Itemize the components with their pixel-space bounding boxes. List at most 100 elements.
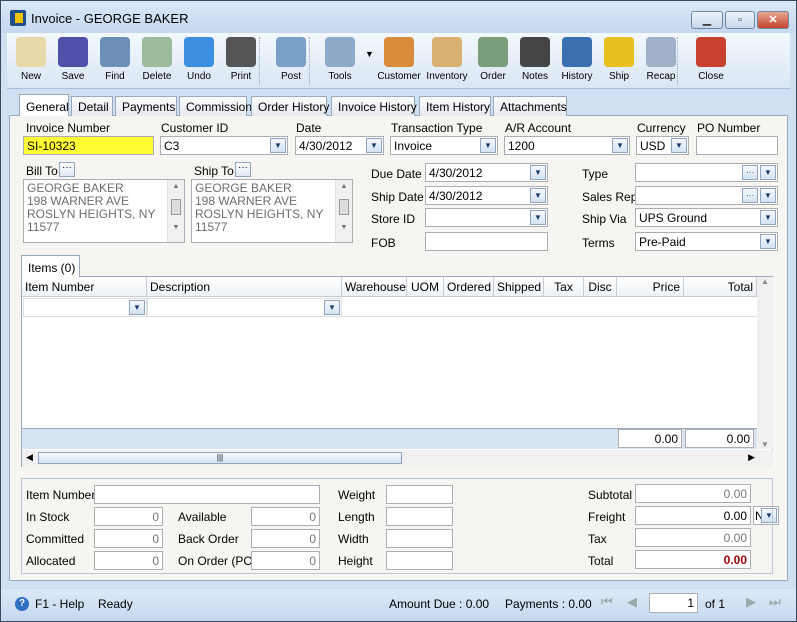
ship-button[interactable]: Ship — [597, 35, 641, 89]
fob-label: FOB — [371, 236, 396, 250]
undo-arrow-icon — [184, 37, 214, 67]
new-row-cells[interactable] — [342, 298, 757, 317]
column-header-description[interactable]: Description — [147, 277, 342, 297]
sales-rep-select[interactable]: ▼ ··· — [635, 186, 778, 205]
tab-detail[interactable]: Detail — [71, 96, 113, 116]
undo-button[interactable]: Undo — [177, 35, 221, 89]
minimize-button[interactable]: ▁ — [691, 11, 723, 29]
close-window-button[interactable]: ✕ — [757, 11, 789, 29]
customer-button[interactable]: Customer — [377, 35, 421, 89]
notepad-pen-icon — [520, 37, 550, 67]
column-header-shipped[interactable]: Shipped — [494, 277, 544, 297]
due-date-input[interactable]: 4/30/2012 ▼ — [425, 163, 548, 182]
terms-select-value: Pre-Paid — [639, 235, 686, 249]
chevron-down-icon[interactable]: ▼ — [760, 234, 776, 249]
chevron-down-icon[interactable]: ▼ — [760, 188, 776, 203]
chevron-down-icon[interactable]: ▼ — [671, 138, 687, 153]
column-header-price[interactable]: Price — [617, 277, 684, 297]
column-header-uom[interactable]: UOM — [407, 277, 444, 297]
chevron-down-icon[interactable]: ▼ — [612, 138, 628, 153]
fob-input[interactable] — [425, 232, 548, 251]
invoice-number-input[interactable]: SI-10323 — [23, 136, 154, 155]
chevron-down-icon[interactable]: ▼ — [760, 210, 776, 225]
currency-select[interactable]: USD ▼ — [636, 136, 689, 155]
prev-record-icon[interactable]: ◀ — [627, 594, 637, 610]
next-record-icon[interactable]: ▶ — [746, 594, 756, 610]
ellipsis-button[interactable]: ··· — [742, 165, 758, 180]
tools-button[interactable]: Tools — [318, 35, 362, 89]
help-link[interactable]: F1 - Help — [35, 597, 84, 611]
date-picker[interactable]: 4/30/2012 ▼ — [295, 136, 384, 155]
ship-date-input[interactable]: 4/30/2012 ▼ — [425, 186, 548, 205]
person-hourglass-icon — [562, 37, 592, 67]
column-header-disc[interactable]: Disc — [584, 277, 617, 297]
close-button[interactable]: Close — [689, 35, 733, 89]
po-number-input[interactable] — [696, 136, 778, 155]
inventory-button[interactable]: Inventory — [425, 35, 469, 89]
customer-id-combo[interactable]: C3 ▼ — [160, 136, 288, 155]
new-row-item-number[interactable]: ▼ — [23, 298, 147, 317]
column-header-total[interactable]: Total — [684, 277, 757, 297]
column-header-warehouse[interactable]: Warehouse — [342, 277, 407, 297]
chevron-down-icon[interactable]: ▼ — [324, 300, 340, 315]
history-button[interactable]: History — [555, 35, 599, 89]
find-button[interactable]: Find — [93, 35, 137, 89]
column-header-item-number[interactable]: Item Number — [22, 277, 147, 297]
order-button[interactable]: Order — [471, 35, 515, 89]
toolbar-label: Recap — [646, 71, 676, 82]
chevron-down-icon[interactable]: ▼ — [530, 165, 546, 180]
tab-order-history[interactable]: Order History — [251, 96, 329, 116]
ellipsis-button[interactable]: ··· — [742, 188, 758, 203]
customer-person-icon — [384, 37, 414, 67]
notes-button[interactable]: Notes — [513, 35, 557, 89]
post-button[interactable]: Post — [269, 35, 313, 89]
print-button[interactable]: Print — [219, 35, 263, 89]
ship-via-select[interactable]: UPS Ground ▼ — [635, 208, 778, 227]
page-input[interactable]: 1 — [649, 593, 698, 613]
chevron-down-icon[interactable]: ▼ — [270, 138, 286, 153]
column-header-ordered[interactable]: Ordered — [444, 277, 494, 297]
toolbar-label: Ship — [608, 71, 629, 82]
grid-vertical-scrollbar[interactable]: ▲ ▼ — [757, 277, 773, 449]
tab-attachments[interactable]: Attachments — [493, 96, 567, 116]
chevron-down-icon[interactable]: ▼ — [366, 138, 382, 153]
last-record-icon[interactable]: ⏭ — [769, 594, 781, 610]
tab-items[interactable]: Items (0) — [21, 255, 80, 277]
first-record-icon[interactable]: ⏮ — [601, 594, 613, 610]
tab-commission[interactable]: Commission — [179, 96, 252, 116]
ship-to-address[interactable]: GEORGE BAKER 198 WARNER AVE ROSLYN HEIGHTS… — [191, 179, 353, 243]
tools-dropdown-arrow-icon[interactable]: ▼ — [365, 49, 374, 59]
tab-invoice-history[interactable]: Invoice History — [331, 96, 417, 116]
delete-button[interactable]: Delete — [135, 35, 179, 89]
toolbar-separator — [677, 37, 678, 85]
floppy-disk-icon — [58, 37, 88, 67]
chevron-down-icon[interactable]: ▼ — [129, 300, 145, 315]
bill-to-address[interactable]: GEORGE BAKER 198 WARNER AVE ROSLYN HEIGHTS… — [23, 179, 185, 243]
bill-to-lookup-button[interactable]: ··· — [59, 162, 75, 177]
invoice-number-label: Invoice Number — [26, 121, 111, 135]
grid-horizontal-scrollbar[interactable]: ◀ ||| ▶ — [22, 450, 773, 467]
recap-documents-icon — [646, 37, 676, 67]
maximize-button[interactable]: ▫ — [725, 11, 755, 29]
address-scrollbar[interactable]: ▲ ▼ — [167, 180, 184, 242]
terms-select[interactable]: Pre-Paid ▼ — [635, 232, 778, 251]
ship-to-lookup-button[interactable]: ··· — [235, 162, 251, 177]
address-scrollbar[interactable]: ▲ ▼ — [335, 180, 352, 242]
chevron-down-icon[interactable]: ▼ — [530, 188, 546, 203]
type-select[interactable]: ▼ ··· — [635, 163, 778, 182]
tab-payments[interactable]: Payments — [115, 96, 177, 116]
chevron-down-icon[interactable]: ▼ — [760, 165, 776, 180]
chevron-down-icon[interactable]: ▼ — [480, 138, 496, 153]
tab-general[interactable]: General — [19, 94, 69, 116]
ar-account-combo[interactable]: 1200 ▼ — [504, 136, 630, 155]
save-button[interactable]: Save — [51, 35, 95, 89]
tab-item-history[interactable]: Item History — [419, 96, 491, 116]
chevron-down-icon[interactable]: ▼ — [530, 210, 546, 225]
store-id-input[interactable]: ▼ — [425, 208, 548, 227]
column-header-tax[interactable]: Tax — [544, 277, 584, 297]
transaction-type-select[interactable]: Invoice ▼ — [390, 136, 498, 155]
new-button[interactable]: New — [9, 35, 53, 89]
status-bar: ? F1 - Help Ready Amount Due : 0.00 Paym… — [1, 589, 796, 621]
new-row-description[interactable]: ▼ — [147, 298, 342, 317]
currency-select-value: USD — [640, 139, 666, 153]
